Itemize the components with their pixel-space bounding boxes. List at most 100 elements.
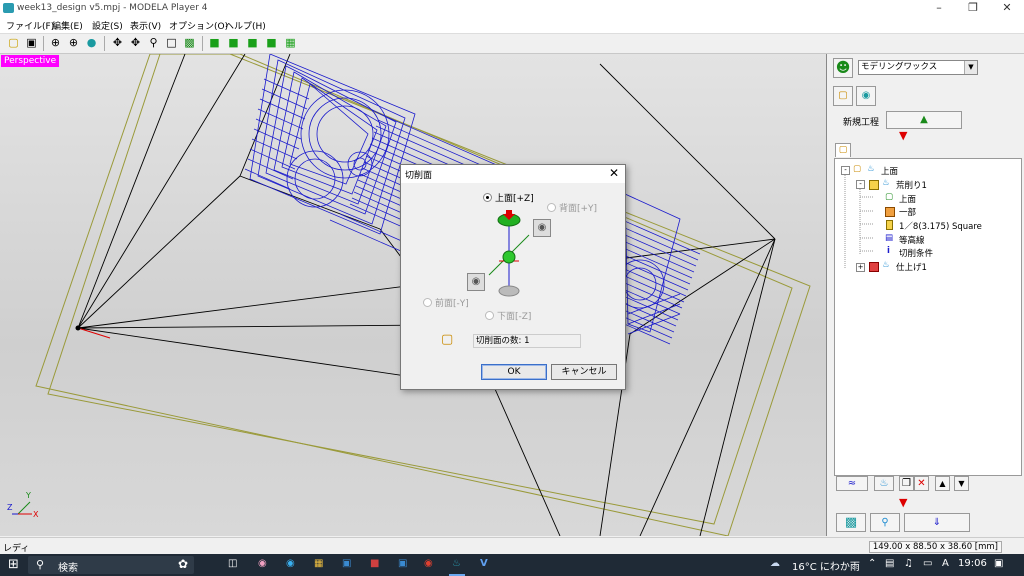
title-bar: week13_design v5.mpj - MODELA Player 4 –… (0, 0, 1024, 17)
preview-zoom-icon[interactable]: ⚲ (870, 513, 900, 532)
tree-expander-rough[interactable]: - (856, 180, 865, 189)
radio-bottom (485, 311, 494, 320)
perspective-label: Perspective (1, 55, 60, 67)
minimize-icon[interactable]: – (922, 0, 956, 17)
clock[interactable]: 19:06 (958, 558, 987, 569)
output-button[interactable]: ⇓ (904, 513, 970, 532)
task-view-icon[interactable]: ◫ (228, 558, 237, 569)
box-check-icon[interactable]: ■ (264, 36, 279, 50)
taskbar-search[interactable]: ⚲ 検索 ✿ (28, 556, 194, 574)
model-dimensions: 149.00 x 88.50 x 38.60 [mm] (868, 541, 1002, 553)
menu-settings[interactable]: 設定(S) (92, 19, 123, 32)
sphere-icon[interactable]: ● (84, 36, 99, 50)
chrome-icon[interactable]: ◉ (424, 558, 433, 569)
axis-x-label: X (33, 510, 39, 519)
window-title: week13_design v5.mpj - MODELA Player 4 (17, 3, 208, 13)
menu-view[interactable]: 表示(V) (130, 19, 161, 32)
maximize-icon[interactable]: ❐ (956, 0, 990, 17)
new-process-button[interactable]: ▲ (886, 111, 962, 129)
surface-icon[interactable]: ◉ (856, 86, 876, 106)
material-person-icon[interactable]: ☻ (833, 58, 853, 78)
chevron-up-icon[interactable]: ⌃ (868, 558, 876, 569)
copy-icon[interactable]: ❐ (899, 476, 914, 491)
rotate-icon[interactable]: ⊕ (48, 36, 63, 50)
zoom-icon[interactable]: ⚲ (146, 36, 161, 50)
close-icon[interactable]: ✕ (990, 0, 1024, 17)
origin-red-line (77, 327, 111, 339)
grid-icon[interactable]: ▦ (283, 36, 298, 50)
box-red-icon[interactable]: ■ (245, 36, 260, 50)
radio-back-label: 背面[+Y] (559, 204, 598, 214)
windows-start-icon[interactable]: ⊞ (8, 557, 19, 572)
pan-all-icon[interactable]: ✥ (128, 36, 143, 50)
notification-icon[interactable]: ▣ (994, 558, 1003, 569)
material-select[interactable]: モデリングワックス ▼ (858, 60, 978, 75)
zoom-window-icon[interactable]: □ (164, 36, 179, 50)
arrow-down-icon: ▼ (899, 129, 908, 142)
tree-node-conditions[interactable]: 切削条件 (899, 247, 933, 259)
tree-node-rough[interactable]: 荒削り1 (896, 179, 927, 191)
box-green-icon[interactable]: ■ (207, 36, 222, 50)
ime-indicator[interactable]: A (942, 558, 949, 569)
outlook-icon[interactable]: ▣ (398, 558, 407, 569)
face-icon: ▢ (885, 192, 894, 202)
move-up-icon[interactable]: ▲ (935, 476, 950, 491)
store-icon[interactable]: ▣ (342, 558, 351, 569)
mill-icon: ♨ (867, 164, 875, 174)
ok-button[interactable]: OK (481, 364, 547, 380)
dialog-title-bar: 切削面 ✕ (401, 165, 625, 183)
copilot-icon[interactable]: ◉ (258, 558, 267, 569)
tree-node-finish[interactable]: 仕上げ1 (896, 261, 927, 273)
chevron-down-icon[interactable]: ▼ (964, 61, 977, 74)
tree-node-face[interactable]: 上面 (899, 193, 916, 205)
box-down-icon[interactable]: ■ (226, 36, 241, 50)
mill-icon: ♨ (882, 260, 890, 270)
tree-expander-finish[interactable]: + (856, 263, 865, 272)
file-explorer-icon[interactable]: ▦ (314, 558, 323, 569)
status-bar: レディ 149.00 x 88.50 x 38.60 [mm] (0, 537, 1024, 555)
tab-process[interactable]: ▢ (835, 143, 851, 157)
stock-box-icon[interactable]: ▢ (833, 86, 853, 106)
volume-icon[interactable]: ♫ (904, 558, 913, 569)
menu-help[interactable]: ヘルプ(H) (225, 19, 266, 32)
toolbar-separator (104, 36, 105, 51)
cut-count-field: 切削面の数: 1 (473, 334, 581, 348)
tree-node-top[interactable]: 上面 (881, 165, 898, 177)
weather-text[interactable]: 16°C にわか雨 (792, 558, 860, 573)
close-icon[interactable]: ✕ (609, 166, 619, 180)
preview-cut-icon[interactable]: ▩ (836, 513, 866, 532)
move-icon[interactable]: ⊕ (66, 36, 81, 50)
open-folder-icon[interactable]: ▢ (6, 36, 21, 50)
save-icon[interactable]: ▣ (24, 36, 39, 50)
radio-top-label[interactable]: 上面[+Z] (495, 191, 534, 204)
mill-edit-icon[interactable]: ♨ (874, 476, 894, 491)
tree-node-partial[interactable]: 一部 (899, 206, 916, 218)
menu-options[interactable]: オプション(O) (169, 19, 228, 32)
cancel-button[interactable]: キャンセル (551, 364, 617, 380)
search-placeholder: 検索 (58, 563, 78, 574)
cutting-surface-dialog: 切削面 ✕ 上面[+Z] 背面[+Y] 前面[-Y] 下面[-Z] ◉ ◉ ▢ … (400, 164, 626, 390)
edge-icon[interactable]: ◉ (286, 558, 295, 569)
delete-icon[interactable]: ✕ (914, 476, 929, 491)
network-icon[interactable]: ▤ (885, 558, 894, 569)
fit-icon[interactable]: ▩ (182, 36, 197, 50)
modela-taskbar-icon[interactable]: ♨ (452, 558, 461, 569)
toolpath-icon[interactable]: ≈ (836, 476, 868, 491)
app-red-icon[interactable]: ■ (370, 558, 379, 569)
battery-icon[interactable]: ▭ (923, 558, 932, 569)
cut-count-icon: ▢ (441, 332, 454, 347)
pan-icon[interactable]: ✥ (110, 36, 125, 50)
menu-edit[interactable]: 編集(E) (52, 19, 83, 32)
new-process-label: 新規工程 (843, 118, 880, 128)
move-down-icon[interactable]: ▼ (954, 476, 969, 491)
tree-node-contour[interactable]: 等高線 (899, 234, 925, 246)
vpanel-icon[interactable]: V (480, 558, 488, 569)
tree-expander-top[interactable]: - (841, 166, 850, 175)
radio-top[interactable] (483, 193, 492, 202)
weather-icon: ☁ (770, 558, 780, 569)
taskbar: ⊞ ⚲ 検索 ✿ ◫ ◉ ◉ ▦ ▣ ■ ▣ ◉ ♨ V ☁ 16°C にわか雨… (0, 554, 1024, 576)
tree-node-tool[interactable]: 1／8(3.175) Square (899, 220, 982, 232)
toolbar: ▢ ▣ ⊕ ⊕ ● ✥ ✥ ⚲ □ ▩ ■ ■ ■ ■ ▦ (0, 34, 1024, 54)
search-icon: ⚲ (36, 558, 45, 571)
menu-file[interactable]: ファイル(F) (6, 19, 54, 32)
